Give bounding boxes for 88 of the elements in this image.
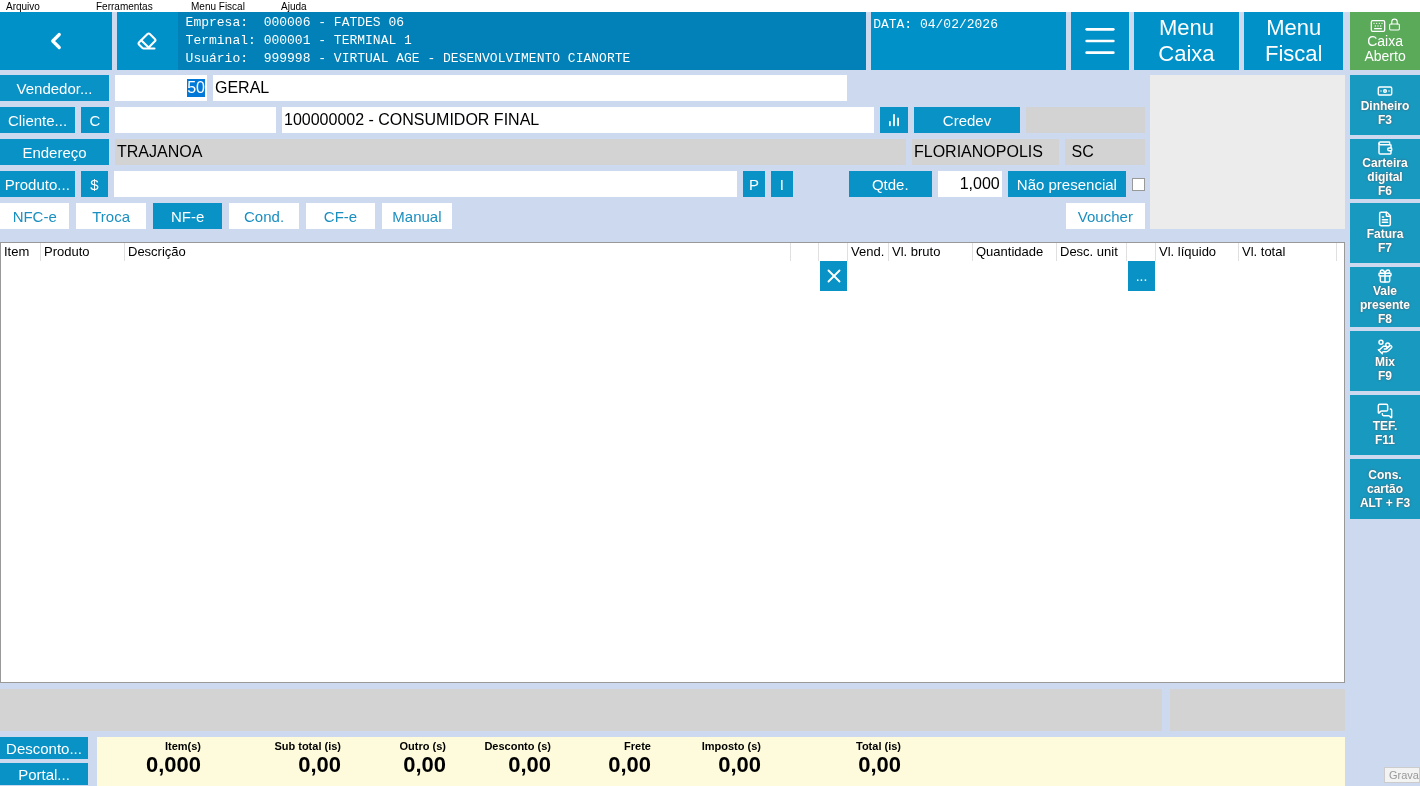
voucher-button[interactable]: Voucher	[1065, 203, 1146, 229]
cliente-button[interactable]: Cliente...	[0, 107, 75, 133]
eraser-button[interactable]	[116, 12, 178, 70]
column-header: Desc. unit	[1057, 243, 1127, 261]
column-header: Descrição	[125, 243, 791, 261]
menu-item[interactable]: Ferramentas	[96, 0, 191, 12]
vendedor-button[interactable]: Vendedor...	[0, 75, 109, 101]
keyboard-icon	[1369, 18, 1386, 34]
save-button[interactable]: Grava	[1384, 767, 1420, 783]
document-type-tab[interactable]: CF-e	[305, 203, 376, 229]
column-header: Vend.	[848, 243, 889, 261]
quantity-button[interactable]: Qtde.	[848, 171, 933, 197]
info-line: Usuário: 999998 - VIRTUAL AGE - DESENVOLVIMENTO CIANORTE	[185, 50, 632, 68]
price-button[interactable]: $	[80, 171, 109, 197]
total-value: 0,00	[403, 752, 446, 778]
wallet-icon	[1377, 140, 1393, 156]
column-header: Vl. líquido	[1156, 243, 1239, 261]
delete-button[interactable]	[820, 261, 847, 291]
header-menu-button[interactable]: Menu Fiscal	[1244, 12, 1344, 70]
total-value: 0,00	[858, 752, 901, 778]
client-type-button[interactable]: C	[81, 107, 109, 133]
header-menu-button[interactable]: Menu Caixa	[1133, 12, 1240, 70]
chat-bubbles-icon	[1377, 403, 1393, 419]
checkbox[interactable]	[1132, 177, 1145, 191]
vendor-code-field[interactable]: 50	[115, 75, 207, 101]
document-type-tab[interactable]: Troca	[76, 203, 146, 229]
document-icon	[1377, 211, 1393, 227]
info-line: Empresa: 000006 - FATDES 06	[185, 14, 406, 32]
gift-icon	[1377, 268, 1393, 284]
endereco-button[interactable]: Endereço	[0, 139, 109, 165]
cash-register-status[interactable]: Caixa Aberto	[1350, 12, 1420, 70]
bottom-action-button[interactable]: Desconto...	[0, 737, 88, 759]
info-line: Terminal: 000001 - TERMINAL 1	[185, 32, 413, 50]
menu-button[interactable]	[1070, 12, 1129, 70]
payment-button[interactable]: Dinheiro F3	[1350, 75, 1420, 135]
payment-button[interactable]: Cons. cartão ALT + F3	[1350, 459, 1420, 519]
date-text: DATA: 04/02/2026	[873, 17, 998, 32]
column-header: Produto	[41, 243, 125, 261]
city-field: FLORIANOPOLIS	[912, 139, 1059, 165]
street-field: TRAJANOA	[115, 139, 906, 165]
bottom-action-button[interactable]: Portal...	[0, 763, 88, 785]
lock-icon	[1387, 18, 1401, 31]
hand-coins-icon	[1377, 339, 1393, 355]
vendor-name-field[interactable]: GERAL	[213, 75, 847, 101]
document-type-tab[interactable]: NF-e	[152, 203, 223, 229]
payment-button[interactable]: Carteira digital F6	[1350, 139, 1420, 199]
column-header: Vl. bruto	[889, 243, 973, 261]
chart-button[interactable]	[880, 107, 908, 133]
payment-button[interactable]: TEF. F11	[1350, 395, 1420, 455]
i-button[interactable]: I	[770, 171, 793, 197]
menu-item[interactable]: Ajuda	[281, 0, 371, 12]
bar-chart-icon	[887, 113, 901, 127]
banknote-icon	[1377, 83, 1393, 99]
payment-button[interactable]: Mix F9	[1350, 331, 1420, 391]
credev-button[interactable]: Credev	[914, 107, 1020, 133]
payment-button[interactable]: Vale presente F8	[1350, 267, 1420, 327]
column-header: Item	[1, 243, 41, 261]
total-value: 0,00	[608, 752, 651, 778]
payment-button[interactable]: Fatura F7	[1350, 203, 1420, 263]
menu-item[interactable]: Arquivo	[6, 0, 96, 12]
total-label: Outro (s)	[399, 740, 446, 752]
total-label: Item(s)	[164, 740, 201, 752]
total-value: 0,00	[718, 752, 761, 778]
total-label: Sub total (is)	[274, 740, 341, 752]
total-value: 0,00	[508, 752, 551, 778]
produto-button[interactable]: Produto...	[0, 171, 75, 197]
more-button[interactable]: ...	[1128, 261, 1155, 291]
client-code-field[interactable]	[115, 107, 276, 133]
eraser-icon	[137, 31, 158, 51]
document-type-tab[interactable]: Cond.	[229, 203, 299, 229]
document-type-tab[interactable]: Manual	[382, 203, 452, 229]
product-field[interactable]	[114, 171, 737, 197]
total-label: Desconto (s)	[484, 740, 551, 752]
document-type-tab[interactable]: NFC-e	[0, 203, 70, 229]
total-value: 0,000	[145, 752, 201, 778]
state-field: SC	[1065, 139, 1145, 165]
p-button[interactable]: P	[743, 171, 765, 197]
client-name-field[interactable]: 100000002 - CONSUMIDOR FINAL	[282, 107, 874, 133]
status-text: Caixa Aberto	[1364, 34, 1406, 64]
column-header: Quantidade	[973, 243, 1057, 261]
quantity-field[interactable]: 1,000	[938, 171, 1002, 197]
column-header: Vl. total	[1239, 243, 1337, 261]
total-value: 0,00	[298, 752, 341, 778]
menu-item[interactable]: Menu Fiscal	[191, 0, 281, 12]
total-label: Frete	[624, 740, 651, 752]
total-label: Total (is)	[856, 740, 901, 752]
nao-presencial-button[interactable]: Não presencial	[1007, 171, 1127, 197]
total-label: Imposto (s)	[701, 740, 761, 752]
